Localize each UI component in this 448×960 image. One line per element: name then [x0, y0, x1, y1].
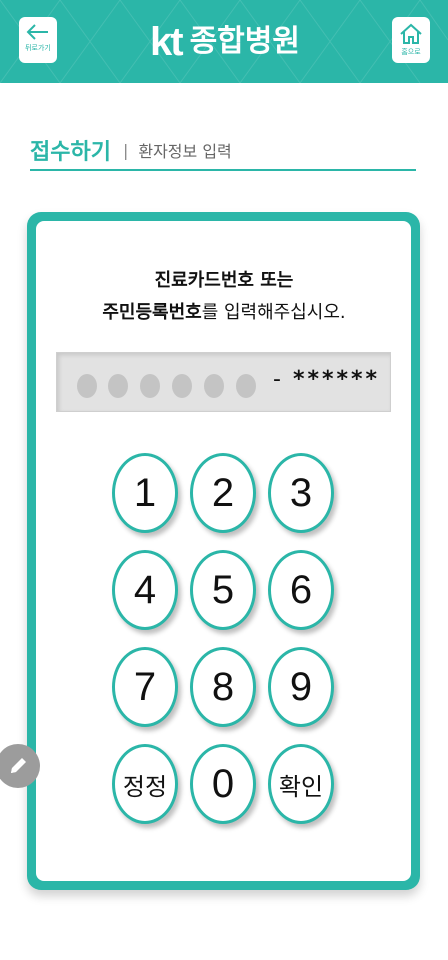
digit-dot [140, 374, 160, 398]
id-number-display: - ****** [56, 352, 391, 412]
digit-dot [108, 374, 128, 398]
clear-button[interactable]: 정정 [112, 744, 178, 824]
digit-dot [172, 374, 192, 398]
key-3[interactable]: 3 [268, 453, 334, 533]
digit-dot [204, 374, 224, 398]
page-title: 접수하기 [30, 140, 111, 165]
instruction-text: 진료카드번호 또는 주민등록번호를 입력해주십시오. [0, 265, 448, 329]
key-6[interactable]: 6 [268, 550, 334, 630]
key-1[interactable]: 1 [112, 453, 178, 533]
key-7[interactable]: 7 [112, 647, 178, 727]
confirm-button[interactable]: 확인 [268, 744, 334, 824]
digit-dot [77, 374, 97, 398]
key-4[interactable]: 4 [112, 550, 178, 630]
key-8[interactable]: 8 [190, 647, 256, 727]
home-icon [400, 23, 422, 44]
back-button[interactable]: 뒤로가기 [19, 17, 57, 63]
instruction-line2-rest: 를 입력해주십시오. [201, 302, 346, 323]
title-separator: | [122, 140, 129, 160]
brand-kt: kt [150, 20, 184, 64]
instruction-line1: 진료카드번호 또는 [154, 270, 294, 291]
key-5[interactable]: 5 [190, 550, 256, 630]
pencil-icon [11, 758, 26, 773]
display-dash: - [273, 367, 281, 392]
app-header: 뒤로가기 kt 종합병원 홈으로 [0, 0, 448, 83]
home-button-label: 홈으로 [401, 48, 421, 56]
title-underline [30, 169, 416, 171]
key-0[interactable]: 0 [190, 744, 256, 824]
brand-name: 종합병원 [189, 24, 300, 59]
key-9[interactable]: 9 [268, 647, 334, 727]
arrow-left-icon [26, 24, 48, 40]
back-button-label: 뒤로가기 [25, 44, 51, 52]
instruction-line2-bold: 주민등록번호 [102, 302, 202, 323]
page-title-row: 접수하기 | 환자정보 입력 [30, 130, 416, 170]
digit-dot [236, 374, 256, 398]
display-masked-digits: ****** [293, 367, 381, 392]
page-subtitle: 환자정보 입력 [138, 142, 232, 161]
key-2[interactable]: 2 [190, 453, 256, 533]
brand-logo: kt 종합병원 [150, 20, 300, 64]
home-button[interactable]: 홈으로 [392, 17, 430, 63]
